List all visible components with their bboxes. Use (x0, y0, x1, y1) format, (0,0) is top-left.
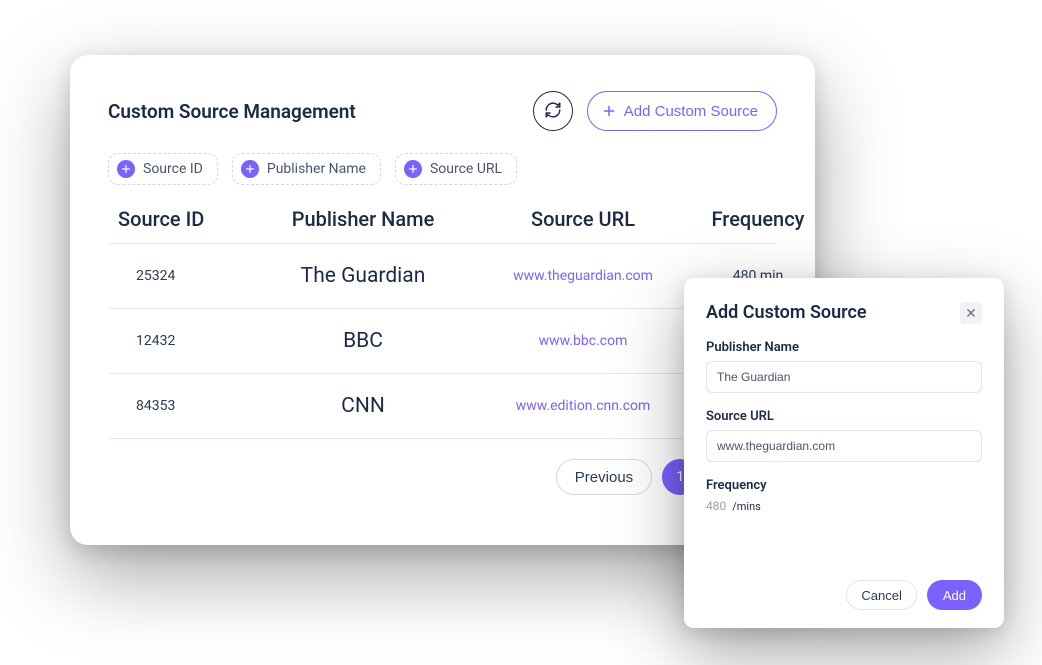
publisher-name-label: Publisher Name (706, 340, 982, 355)
cell-source-id: 84353 (118, 398, 258, 414)
column-header-source-id: Source ID (118, 207, 258, 231)
close-button[interactable]: ✕ (960, 302, 982, 324)
modal-header: Add Custom Source ✕ (706, 302, 982, 324)
table-header: Source ID Publisher Name Source URL Freq… (108, 193, 777, 244)
frequency-value[interactable]: 480 (706, 499, 726, 513)
column-header-publisher: Publisher Name (258, 207, 468, 231)
publisher-name-input[interactable] (706, 361, 982, 393)
frequency-label: Frequency (706, 478, 982, 493)
close-icon: ✕ (965, 306, 977, 320)
cancel-button[interactable]: Cancel (846, 580, 916, 610)
cell-source-url: www.edition.cnn.com (468, 398, 698, 414)
card-header: Custom Source Management (108, 91, 777, 131)
modal-footer: Cancel Add (706, 580, 982, 610)
refresh-button[interactable] (533, 91, 573, 131)
cell-publisher-name: The Guardian (258, 264, 468, 288)
table-row[interactable]: 12432 BBC www.bbc.com (108, 309, 777, 374)
add-custom-source-button[interactable]: Add Custom Source (587, 91, 777, 131)
filter-chip-source-url[interactable]: Source URL (395, 153, 517, 185)
source-url-input[interactable] (706, 430, 982, 462)
column-header-frequency: Frequency (698, 207, 818, 231)
frequency-unit: /mins (732, 500, 761, 513)
filter-chips: Source ID Publisher Name Source URL (108, 153, 777, 185)
form-group-url: Source URL (706, 409, 982, 462)
refresh-icon (544, 101, 562, 122)
plus-icon (117, 160, 135, 178)
filter-chip-publisher-name[interactable]: Publisher Name (232, 153, 381, 185)
plus-icon (602, 104, 616, 118)
source-url-label: Source URL (706, 409, 982, 424)
page-title: Custom Source Management (108, 100, 356, 123)
plus-icon (404, 160, 422, 178)
frequency-row: 480 /mins (706, 499, 982, 513)
plus-icon (241, 160, 259, 178)
sources-table: Source ID Publisher Name Source URL Freq… (108, 193, 777, 439)
cell-source-url: www.bbc.com (468, 333, 698, 349)
modal-title: Add Custom Source (706, 302, 867, 323)
form-group-publisher: Publisher Name (706, 340, 982, 393)
chip-label: Source URL (430, 161, 502, 177)
pagination: Previous 1 Next (108, 459, 777, 495)
previous-button[interactable]: Previous (556, 459, 652, 495)
chip-label: Publisher Name (267, 161, 366, 177)
cell-source-url: www.theguardian.com (468, 268, 698, 284)
cell-source-id: 25324 (118, 268, 258, 284)
cell-source-id: 12432 (118, 333, 258, 349)
add-custom-source-modal: Add Custom Source ✕ Publisher Name Sourc… (684, 278, 1004, 628)
cell-publisher-name: CNN (258, 394, 468, 418)
cell-publisher-name: BBC (258, 329, 468, 353)
column-header-source-url: Source URL (468, 207, 698, 231)
header-actions: Add Custom Source (533, 91, 777, 131)
form-group-frequency: Frequency 480 /mins (706, 478, 982, 513)
filter-chip-source-id[interactable]: Source ID (108, 153, 218, 185)
add-button[interactable]: Add (927, 580, 982, 610)
table-row[interactable]: 84353 CNN www.edition.cnn.com (108, 374, 777, 439)
chip-label: Source ID (143, 161, 203, 177)
table-row[interactable]: 25324 The Guardian www.theguardian.com 4… (108, 244, 777, 309)
add-button-label: Add Custom Source (624, 103, 758, 120)
